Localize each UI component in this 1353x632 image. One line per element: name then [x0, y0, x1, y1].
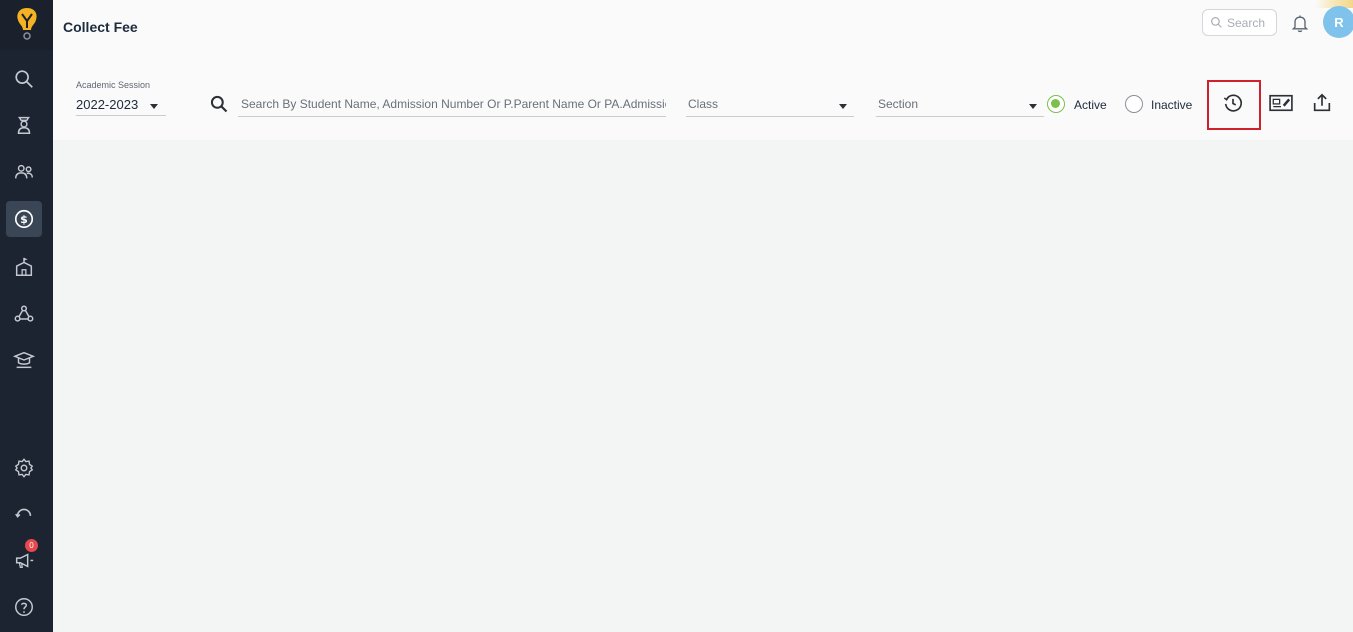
network-icon: [14, 305, 34, 322]
logo-icon: [16, 8, 37, 40]
student-search-input[interactable]: Search By Student Name, Admission Number…: [238, 94, 666, 117]
header-search-placeholder: Search: [1227, 15, 1266, 30]
school-icon: [15, 257, 33, 276]
chevron-down-icon: [1029, 104, 1037, 109]
sidebar-item-help[interactable]: [6, 589, 42, 625]
student-icon: [17, 116, 31, 134]
bell-icon[interactable]: [1290, 12, 1310, 34]
sidebar-item-announcement[interactable]: 0: [6, 539, 42, 578]
users-icon: [15, 164, 33, 179]
id-card-icon: [1269, 94, 1293, 112]
sidebar-item-fee[interactable]: $: [6, 201, 42, 237]
sidebar-item-search[interactable]: [6, 61, 42, 97]
section-placeholder: Section: [878, 97, 919, 111]
main-content: [53, 140, 1353, 632]
chevron-down-icon: [839, 104, 847, 109]
active-radio-label: Active: [1074, 98, 1107, 112]
history-button[interactable]: [1220, 90, 1246, 116]
svg-text:$: $: [20, 213, 28, 226]
sidebar-item-school[interactable]: [6, 249, 42, 285]
search-icon: [210, 95, 228, 113]
header-search-box[interactable]: Search: [1202, 9, 1277, 36]
academic-session-select[interactable]: 2022-2023: [76, 94, 166, 116]
class-select[interactable]: Class: [686, 94, 854, 117]
search-icon: [1211, 17, 1222, 28]
class-placeholder: Class: [688, 97, 719, 111]
export-icon: [1313, 93, 1331, 112]
search-icon: [15, 70, 33, 88]
announcement-icon: [15, 553, 34, 568]
page-title: Collect Fee: [63, 19, 138, 35]
id-card-button[interactable]: [1266, 90, 1296, 116]
graduation-icon: [13, 351, 35, 369]
sidebar-item-users[interactable]: [6, 154, 42, 190]
sidebar: $ 0: [0, 0, 53, 632]
user-avatar[interactable]: R: [1323, 6, 1353, 38]
notification-badge: 0: [25, 539, 38, 552]
top-header: Collect Fee Search R: [53, 0, 1353, 56]
sidebar-item-graduation[interactable]: [6, 342, 42, 378]
sidebar-item-settings[interactable]: [6, 450, 42, 486]
inactive-radio[interactable]: [1125, 95, 1143, 113]
academic-session-label: Academic Session: [76, 80, 151, 90]
sidebar-item-network[interactable]: [6, 296, 42, 332]
settings-icon: [14, 458, 34, 478]
filter-bar: Academic Session 2022-2023 Search By Stu…: [53, 56, 1353, 140]
sidebar-item-refresh[interactable]: [6, 496, 42, 532]
help-icon: [15, 598, 33, 616]
active-radio[interactable]: [1047, 95, 1065, 113]
inactive-radio-label: Inactive: [1151, 98, 1193, 112]
academic-session-value: 2022-2023: [76, 97, 139, 112]
section-select[interactable]: Section: [876, 94, 1044, 117]
fee-dollar-icon: $: [14, 209, 34, 229]
export-button[interactable]: [1309, 90, 1335, 116]
app-logo[interactable]: [0, 0, 53, 50]
refresh-icon: [15, 508, 32, 518]
chevron-down-icon: [150, 104, 158, 109]
history-icon: [1223, 94, 1242, 112]
sidebar-item-student[interactable]: [6, 107, 42, 143]
